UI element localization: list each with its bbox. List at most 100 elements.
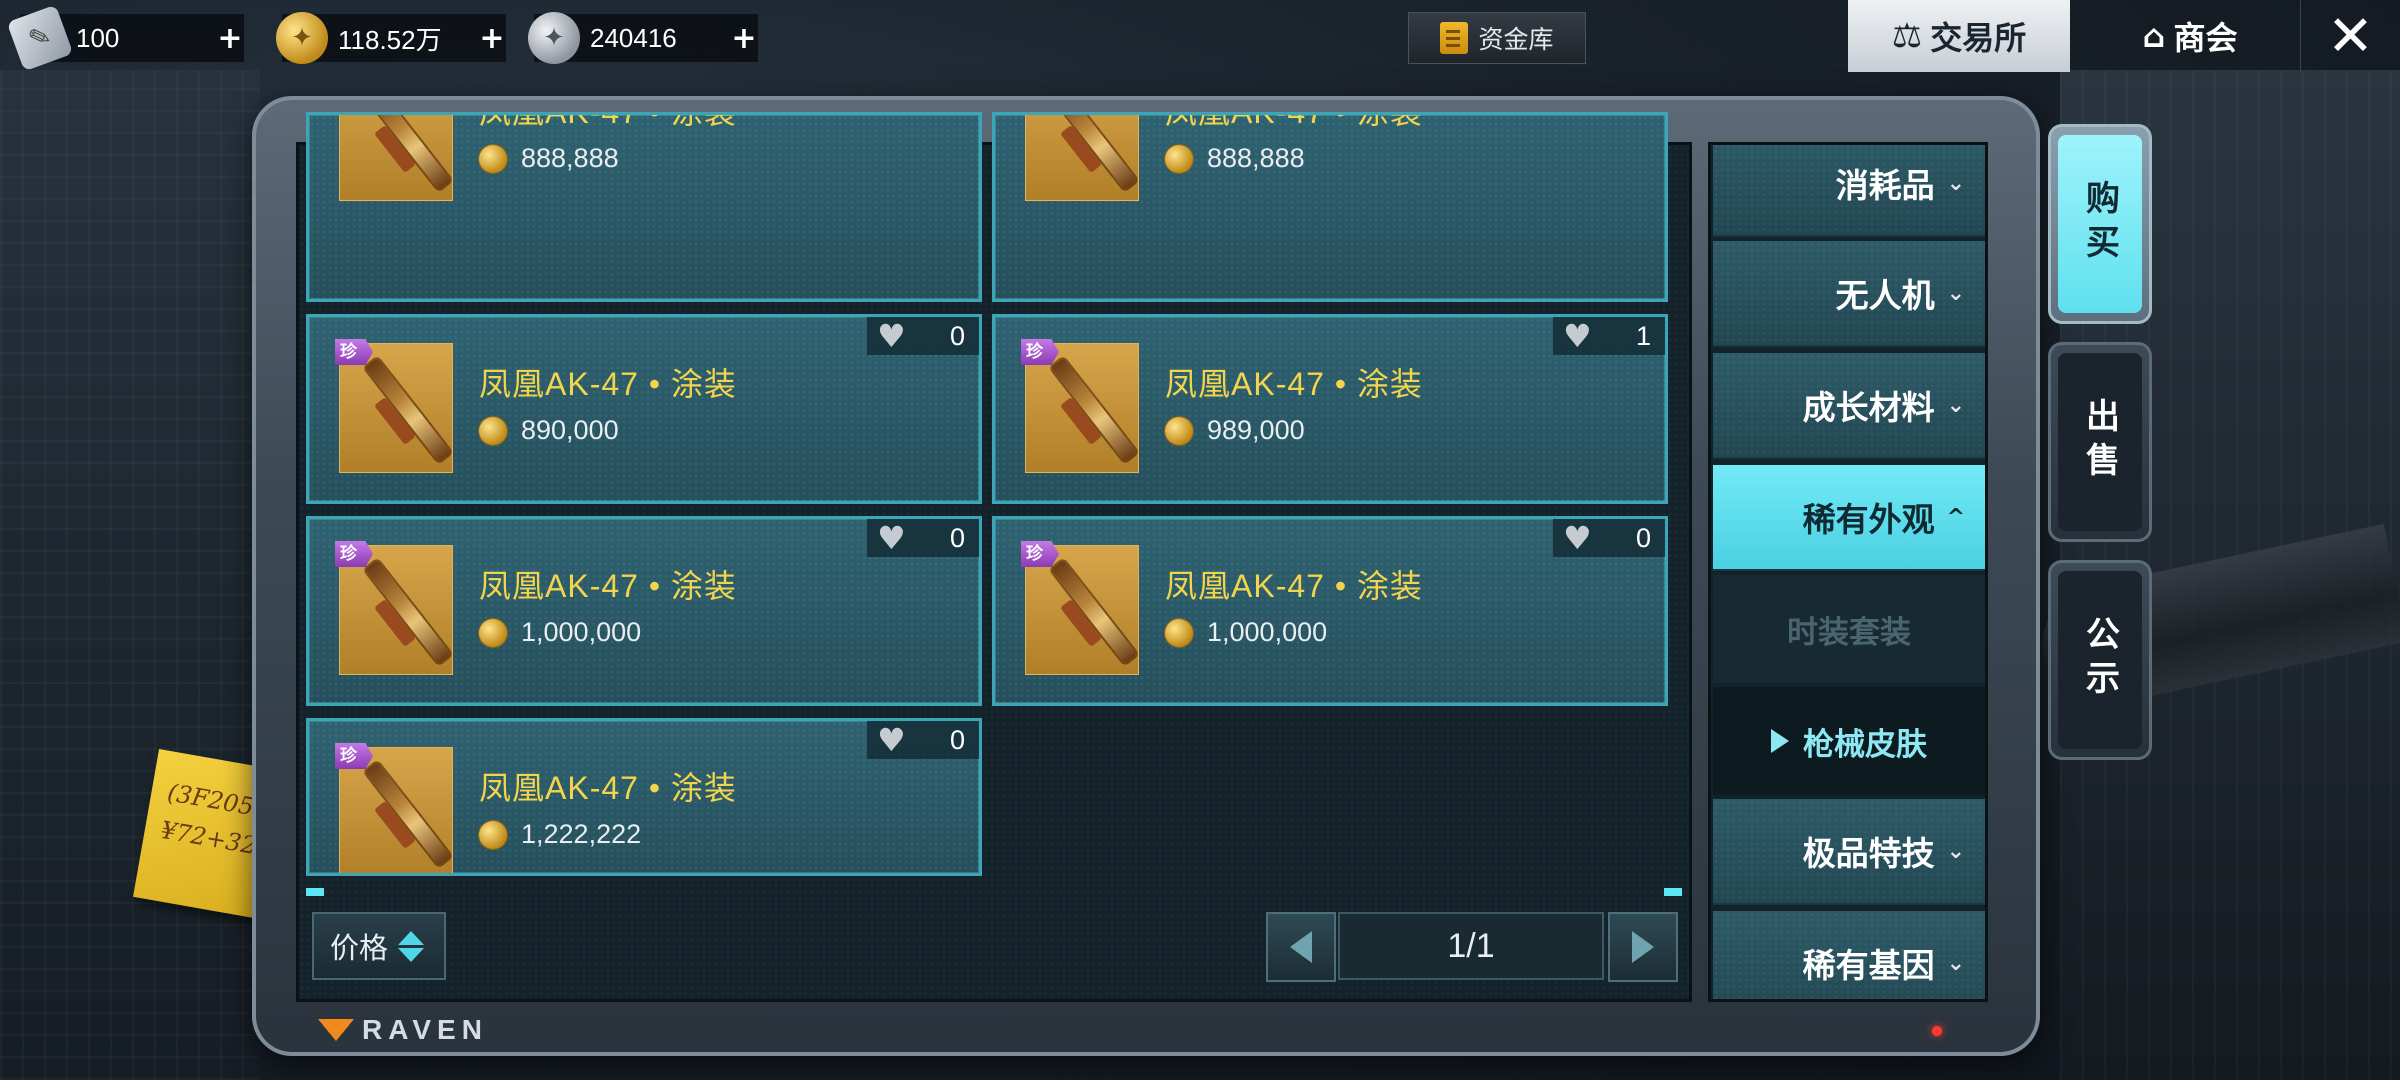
rare-badge: 珍 [1021,541,1059,567]
tab-guild-label: 商会 [2173,19,2238,57]
silver-amount: 240416 [590,22,677,53]
arrow-left-icon [1290,931,1312,963]
tab-sell[interactable]: 出售 [2048,342,2152,542]
category-label: 消耗品 [1835,166,1935,205]
item-price: 1,222,222 [521,819,642,849]
close-button[interactable]: ✕ [2300,0,2400,72]
chevron-down-icon: ⌄ [1946,280,1965,306]
chevron-down-icon: ⌄ [1946,392,1965,418]
rare-badge: 珍 [335,541,373,567]
like-counter[interactable]: ♥ 0 [867,519,979,557]
tab-buy[interactable]: 购买 [2048,124,2152,324]
tab-guild[interactable]: ⌂ 商会 [2100,0,2280,72]
vault-button[interactable]: 资金库 [1408,12,1586,64]
raven-v-icon [318,1019,354,1041]
subcategory-label: 时装套装 [1787,614,1911,651]
category-rare-appearance[interactable]: 稀有外观 ^ [1713,465,1985,571]
item-price: 888,888 [1207,143,1305,173]
category-growth-materials[interactable]: 成长材料 ⌄ [1713,353,1985,459]
category-label: 稀有外观 [1802,500,1935,539]
item-card[interactable]: 珍凤凰AK-47 • 涂装 890,000 ♥ 0 [306,314,982,504]
like-count: 0 [949,724,965,755]
item-card[interactable]: 珍凤凰AK-47 • 涂装 1,000,000 ♥ 0 [306,516,982,706]
scroll-rail-cap-left [306,888,324,896]
item-name: 凤凰AK-47 • 涂装 [479,112,737,130]
like-counter[interactable]: ♥ 0 [867,721,979,759]
item-card[interactable]: 珍凤凰AK-47 • 涂装888,888 [992,112,1668,302]
gold-coin-icon [479,618,507,647]
top-bar: ✎ 100 + ✦ 118.52万 + ✦ 240416 + 资金库 ⚖ 交易所… [0,0,2400,72]
tab-buy-label: 购买 [2058,135,2142,313]
category-label: 稀有基因 [1802,946,1935,985]
background-wall-left [0,70,260,1080]
item-name: 凤凰AK-47 • 涂装 [1165,366,1423,402]
rare-badge: 珍 [335,339,373,365]
chevron-down-icon: ⌄ [1946,950,1965,976]
item-price-row: 888,888 [479,143,619,174]
chevron-down-icon: ⌄ [1946,170,1965,196]
subcategory-label: 枪械皮肤 [1803,726,1927,763]
category-label: 极品特技 [1802,834,1935,873]
item-name: 凤凰AK-47 • 涂装 [479,366,737,402]
gold-coin-icon [1165,618,1193,647]
subcategory-outfit-sets[interactable]: 时装套装 [1713,575,1985,685]
item-price-row: 1,000,000 [479,617,641,648]
next-page-button[interactable] [1608,912,1678,982]
heart-icon: ♥ [1563,519,1592,557]
like-counter[interactable]: ♥ 1 [1553,317,1665,355]
add-ticket-button[interactable]: + [216,21,244,56]
scale-icon: ⚖ [1891,16,1923,56]
item-price-row: 1,222,222 [479,819,641,850]
brand-name: RAVEN [362,1014,488,1045]
item-price: 890,000 [521,415,619,445]
like-count: 0 [949,522,965,553]
item-price: 888,888 [521,143,619,173]
category-drones[interactable]: 无人机 ⌄ [1713,241,1985,347]
ledger-icon [1440,22,1469,54]
chevron-up-icon: ^ [1946,504,1965,530]
item-card[interactable]: 珍凤凰AK-47 • 涂装 1,000,000 ♥ 0 [992,516,1668,706]
item-card[interactable]: 珍凤凰AK-47 • 涂装 989,000 ♥ 1 [992,314,1668,504]
gold-coin-icon [479,820,507,849]
currency-silver: ✦ 240416 + [528,12,758,64]
like-counter[interactable]: ♥ 0 [867,317,979,355]
item-name: 凤凰AK-47 • 涂装 [479,568,737,604]
chevron-down-icon: ⌄ [1946,838,1965,864]
silver-coin-icon: ✦ [528,12,580,64]
prev-page-button[interactable] [1266,912,1336,982]
item-price: 1,000,000 [1207,617,1328,647]
item-price: 989,000 [1207,415,1305,445]
add-gold-button[interactable]: + [478,21,506,56]
play-arrow-icon [1771,729,1789,753]
tab-announcement[interactable]: 公示 [2048,560,2152,760]
tab-exchange[interactable]: ⚖ 交易所 [1848,0,2070,72]
gold-amount: 118.52万 [338,24,442,55]
gold-coin-icon: ✦ [276,12,328,64]
arrow-right-icon [1632,931,1654,963]
house-icon: ⌂ [2142,17,2166,55]
item-name: 凤凰AK-47 • 涂装 [479,770,737,806]
like-counter[interactable]: ♥ 0 [1553,519,1665,557]
sort-by-price-button[interactable]: 价格 [312,912,446,980]
heart-icon: ♥ [1563,317,1592,355]
item-thumbnail [1025,115,1139,201]
currency-gold: ✦ 118.52万 + [276,12,506,64]
heart-icon: ♥ [877,519,906,557]
like-count: 0 [1635,522,1651,553]
heart-icon: ♥ [877,317,906,355]
add-silver-button[interactable]: + [730,21,758,56]
item-card[interactable]: 珍凤凰AK-47 • 涂装888,888 [306,112,982,302]
category-top-skills[interactable]: 极品特技 ⌄ [1713,799,1985,905]
category-label: 无人机 [1835,276,1935,315]
item-price: 1,000,000 [521,617,642,647]
category-consumables[interactable]: 消耗品 ⌄ [1713,145,1985,237]
tab-announcement-label: 公示 [2058,571,2142,749]
tab-exchange-label: 交易所 [1930,19,2027,57]
currency-ticket: ✎ 100 + [6,4,244,72]
subcategory-weapon-skins[interactable]: 枪械皮肤 [1713,687,1985,797]
item-card[interactable]: 珍凤凰AK-47 • 涂装 1,222,222 ♥ 0 [306,718,982,876]
rifle-icon [1050,115,1138,191]
ticket-amount: 100 [76,22,120,53]
rifle-icon [364,115,452,191]
category-rare-genes[interactable]: 稀有基因 ⌄ [1713,911,1985,999]
